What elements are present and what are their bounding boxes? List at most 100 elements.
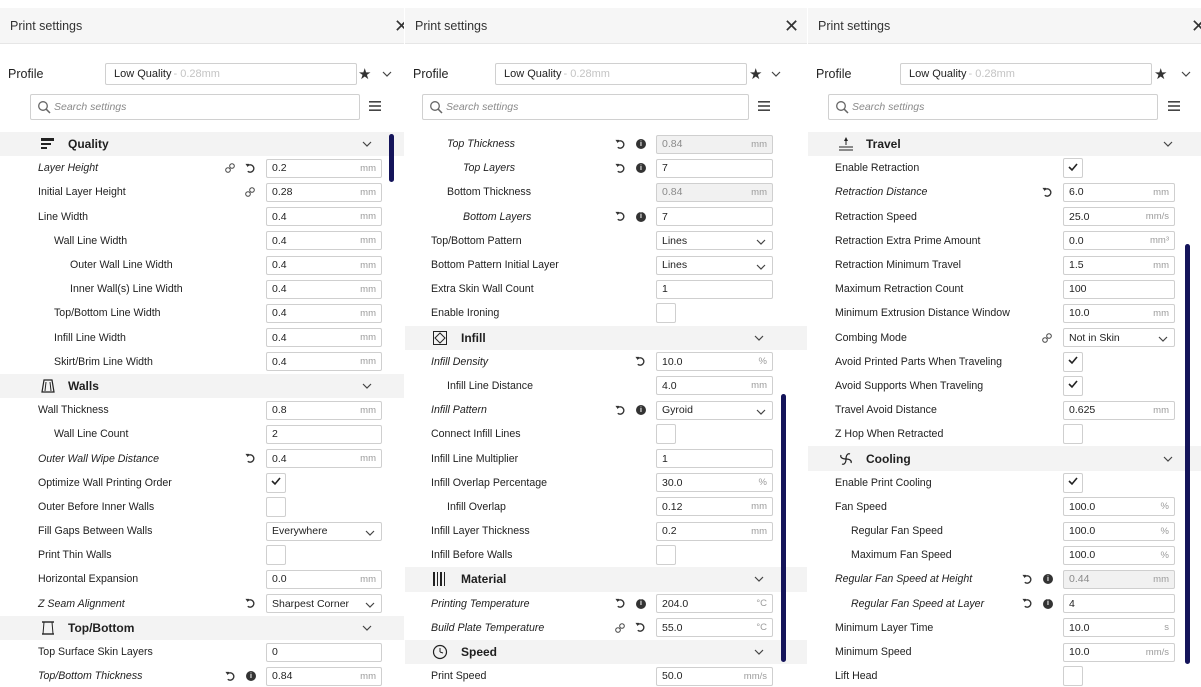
setting-input[interactable]: 204.0 °C — [656, 594, 773, 614]
setting-input[interactable]: 10.0% — [656, 352, 773, 372]
setting-input[interactable]: 0.12 mm — [656, 497, 773, 517]
menu-icon[interactable] — [368, 99, 382, 113]
setting-input[interactable]: 1 — [656, 449, 773, 469]
chevron-down-icon[interactable] — [362, 381, 372, 391]
info-icon[interactable]: i — [1043, 574, 1053, 585]
chevron-down-icon[interactable] — [754, 333, 764, 343]
category-travel[interactable]: Travel — [808, 132, 1201, 157]
reset-icon[interactable] — [615, 598, 626, 609]
category-cooling[interactable]: Cooling — [808, 446, 1201, 471]
reset-icon[interactable] — [615, 139, 626, 150]
setting-dropdown[interactable]: Not in Skin — [1063, 328, 1175, 348]
chevron-down-icon[interactable] — [1163, 454, 1173, 464]
setting-input[interactable]: 0.4 mm — [266, 255, 382, 275]
setting-checkbox[interactable] — [266, 545, 286, 566]
chevron-down-icon[interactable] — [1181, 67, 1191, 81]
setting-checkbox[interactable] — [656, 424, 676, 445]
setting-input[interactable]: 10.0 s — [1063, 618, 1175, 638]
info-icon[interactable]: i — [636, 405, 646, 416]
setting-input[interactable]: 0.4 mm — [266, 207, 382, 227]
setting-input[interactable]: 0.84 mm — [656, 134, 773, 154]
star-icon[interactable]: ★ — [1154, 65, 1167, 83]
category-topbottom[interactable]: Top/Bottom — [0, 615, 404, 640]
info-icon[interactable]: i — [636, 139, 646, 150]
category-material[interactable]: Material — [405, 567, 807, 592]
setting-input[interactable]: 0 — [266, 642, 382, 662]
reset-icon[interactable] — [635, 356, 646, 367]
setting-input[interactable]: 100.0% — [1063, 521, 1175, 541]
profile-selector[interactable]: Low Quality - 0.28mm — [495, 63, 747, 85]
setting-checkbox[interactable] — [1063, 424, 1083, 445]
chevron-down-icon[interactable] — [362, 623, 372, 633]
setting-input[interactable]: 0.4 mm — [266, 303, 382, 323]
setting-input[interactable]: 30.0% — [656, 473, 773, 493]
reset-icon[interactable] — [615, 163, 626, 174]
setting-input[interactable]: 1.5 mm — [1063, 255, 1175, 275]
close-icon[interactable]: ✕ — [784, 17, 799, 35]
reset-icon[interactable] — [245, 163, 256, 174]
setting-dropdown[interactable]: Sharpest Corner — [266, 594, 382, 614]
category-quality[interactable]: Quality — [0, 132, 404, 157]
setting-input[interactable]: 0.4 mm — [266, 279, 382, 299]
setting-input[interactable]: 0.0 mm — [266, 569, 382, 589]
info-icon[interactable]: i — [1043, 598, 1053, 609]
setting-input[interactable]: 4 — [1063, 594, 1175, 614]
setting-dropdown[interactable]: Gyroid — [656, 400, 773, 420]
setting-input[interactable]: 0.8 mm — [266, 400, 382, 420]
reset-icon[interactable] — [635, 622, 646, 633]
setting-input[interactable]: 7 — [656, 207, 773, 227]
profile-selector[interactable]: Low Quality - 0.28mm — [105, 63, 357, 85]
info-icon[interactable]: i — [636, 211, 646, 222]
chevron-down-icon[interactable] — [771, 67, 781, 81]
setting-checkbox[interactable] — [656, 303, 676, 324]
setting-input[interactable]: 0.44 mm — [1063, 569, 1175, 589]
setting-input[interactable]: 0.2 mm — [656, 521, 773, 541]
setting-input[interactable]: 2 — [266, 424, 382, 444]
chevron-down-icon[interactable] — [754, 574, 764, 584]
setting-input[interactable]: 0.84 mm — [656, 182, 773, 202]
star-icon[interactable]: ★ — [749, 65, 762, 83]
category-infill[interactable]: Infill — [405, 325, 807, 350]
reset-icon[interactable] — [225, 671, 236, 682]
category-speed[interactable]: Speed — [405, 639, 807, 665]
search-input[interactable]: Search settings — [828, 94, 1158, 120]
setting-input[interactable]: 0.4 mm — [266, 231, 382, 251]
setting-input[interactable]: 0.0 mm³ — [1063, 231, 1175, 251]
chevron-down-icon[interactable] — [754, 647, 764, 657]
menu-icon[interactable] — [1167, 99, 1181, 113]
reset-icon[interactable] — [1022, 574, 1033, 585]
setting-dropdown[interactable]: Lines — [656, 231, 773, 251]
setting-checkbox[interactable] — [656, 545, 676, 566]
setting-checkbox[interactable] — [266, 496, 286, 517]
setting-input[interactable]: 100.0% — [1063, 497, 1175, 517]
setting-input[interactable]: 0.4 mm — [266, 449, 382, 469]
setting-input[interactable]: 50.0 mm/s — [656, 666, 773, 686]
setting-checkbox[interactable] — [1063, 666, 1083, 687]
setting-input[interactable]: 7 — [656, 158, 773, 178]
info-icon[interactable]: i — [636, 598, 646, 609]
category-walls[interactable]: Walls — [0, 373, 404, 399]
setting-input[interactable]: 10.0 mm — [1063, 303, 1175, 323]
search-input[interactable]: Search settings — [30, 94, 360, 120]
reset-icon[interactable] — [1022, 598, 1033, 609]
setting-checkbox[interactable] — [1063, 158, 1083, 179]
setting-checkbox[interactable] — [1063, 375, 1083, 396]
reset-icon[interactable] — [615, 211, 626, 222]
setting-dropdown[interactable]: Everywhere — [266, 521, 382, 541]
setting-dropdown[interactable]: Lines — [656, 255, 773, 275]
setting-input[interactable]: 0.84 mm — [266, 666, 382, 686]
setting-input[interactable]: 0.4 mm — [266, 328, 382, 348]
info-icon[interactable]: i — [246, 671, 256, 682]
setting-input[interactable]: 100 — [1063, 279, 1175, 299]
setting-input[interactable]: 10.0 mm/s — [1063, 642, 1175, 662]
chevron-down-icon[interactable] — [362, 139, 372, 149]
reset-icon[interactable] — [245, 598, 256, 609]
scrollbar[interactable] — [781, 394, 786, 662]
setting-checkbox[interactable] — [1063, 472, 1083, 493]
search-input[interactable]: Search settings — [422, 94, 749, 120]
setting-input[interactable]: 0.28 mm — [266, 182, 382, 202]
setting-input[interactable]: 100.0% — [1063, 545, 1175, 565]
profile-selector[interactable]: Low Quality - 0.28mm — [900, 63, 1152, 85]
setting-input[interactable]: 6.0 mm — [1063, 182, 1175, 202]
close-icon[interactable]: ✕ — [1191, 17, 1201, 35]
